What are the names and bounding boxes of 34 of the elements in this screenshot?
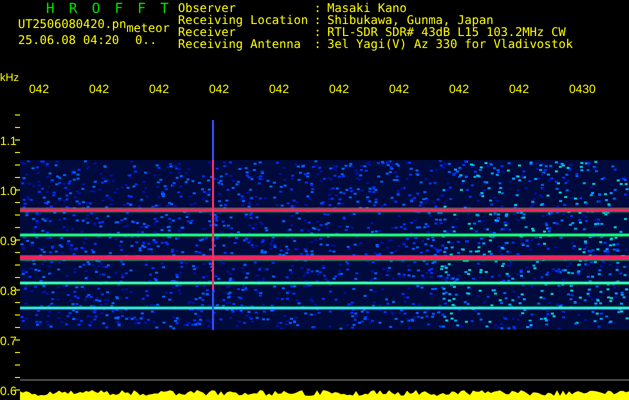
frequency-label: 0.9 [0, 234, 17, 248]
file-name: UT2506080420.pn [18, 16, 126, 32]
time-label: 042 [389, 82, 410, 96]
timestamp: 25.06.08 04:20 [18, 32, 120, 48]
time-label: 042 [149, 82, 170, 96]
time-label: 042 [209, 82, 230, 96]
separator: : [314, 14, 322, 26]
info-value: Masaki Kano [327, 2, 408, 14]
time-label: 042 [329, 82, 350, 96]
info-label: Receiving Antenna [178, 38, 302, 50]
time-label: 0430 [569, 82, 597, 96]
counter: 0.. [135, 32, 157, 48]
info-value: 3el Yagi(V) Az 330 for Vladivostok [327, 38, 573, 50]
info-value: RTL-SDR SDR# 43dB L15 103.2MHz CW [327, 26, 566, 38]
time-label: 042 [29, 82, 50, 96]
info-label: Observer [178, 2, 236, 14]
separator: : [314, 2, 322, 14]
unit-label: kHz [0, 72, 20, 84]
time-label: 042 [89, 82, 110, 96]
info-label: Receiving Location [178, 14, 308, 26]
separator: : [314, 38, 322, 50]
app-title: H R O F F T [45, 2, 173, 16]
frequency-label: 0.7 [0, 334, 17, 348]
info-label: Receiver [178, 26, 236, 38]
time-label: 042 [269, 82, 290, 96]
frequency-label: 1.1 [0, 134, 17, 148]
separator: : [314, 26, 322, 38]
frequency-label: 1.0 [0, 184, 17, 198]
mode-label: meteor [126, 20, 170, 35]
frequency-label: 0.6 [0, 384, 17, 398]
time-label: 042 [449, 82, 470, 96]
frequency-label: 0.8 [0, 284, 17, 298]
info-value: Shibukawa, Gunma, Japan [327, 14, 494, 26]
time-label: 042 [509, 82, 530, 96]
